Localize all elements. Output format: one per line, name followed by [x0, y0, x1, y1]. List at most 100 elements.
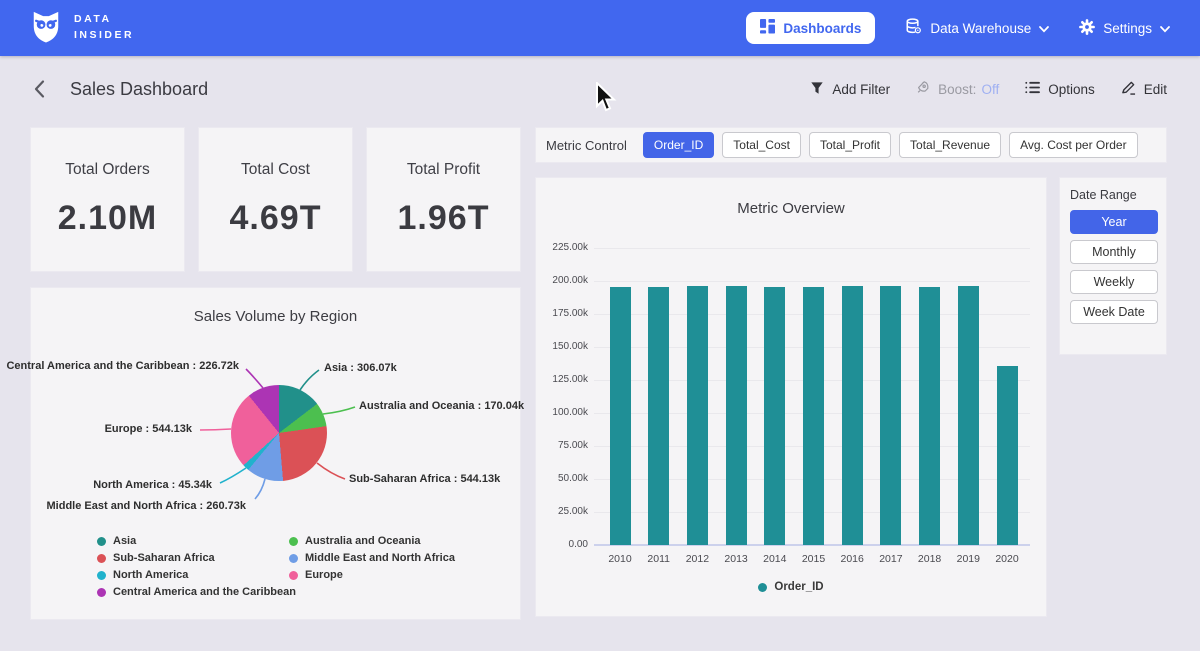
- legend-item[interactable]: Middle East and North Africa: [289, 552, 455, 564]
- date-range-week-date-button[interactable]: Week Date: [1070, 300, 1158, 324]
- pie-legend-column-1: Asia Sub-Saharan Africa North America Centr…: [97, 535, 296, 598]
- add-filter-button[interactable]: Add Filter: [810, 81, 890, 98]
- legend-item[interactable]: Sub-Saharan Africa: [97, 552, 296, 564]
- brand-logo[interactable]: DATA INSIDER: [30, 9, 134, 48]
- filter-funnel-icon: [810, 81, 824, 98]
- y-axis-tick-label: 125.00k: [538, 374, 588, 385]
- bar-2016[interactable]: [842, 286, 863, 545]
- kpi-label: Total Cost: [241, 161, 310, 179]
- y-axis-tick-label: 200.00k: [538, 275, 588, 286]
- bar-2015[interactable]: [803, 287, 824, 545]
- rocket-icon: [916, 80, 930, 98]
- metric-control-label: Metric Control: [546, 138, 627, 153]
- y-axis-tick-label: 225.00k: [538, 242, 588, 253]
- brand-name: DATA INSIDER: [74, 12, 134, 44]
- pie-label-australia-oceania: Australia and Oceania : 170.04k: [359, 400, 524, 412]
- date-range-weekly-button[interactable]: Weekly: [1070, 270, 1158, 294]
- sales-volume-pie-card: Sales Volume by Region Asia : 306.07k Au…: [30, 287, 521, 620]
- x-axis-tick-label: 2017: [871, 553, 911, 565]
- y-axis-tick-label: 175.00k: [538, 308, 588, 319]
- date-range-monthly-button[interactable]: Monthly: [1070, 240, 1158, 264]
- x-axis-tick-label: 2016: [832, 553, 872, 565]
- legend-dot: [758, 583, 767, 592]
- legend-label: North America: [113, 569, 188, 581]
- metric-button-avg-cost-per-order[interactable]: Avg. Cost per Order: [1009, 132, 1138, 158]
- edit-button[interactable]: Edit: [1121, 80, 1167, 98]
- date-range-label: Date Range: [1070, 188, 1137, 202]
- legend-item[interactable]: Australia and Oceania: [289, 535, 455, 547]
- bar-2011[interactable]: [648, 287, 669, 545]
- x-axis-tick-label: 2011: [639, 553, 679, 565]
- kpi-label: Total Profit: [407, 161, 480, 179]
- metric-button-total-cost[interactable]: Total_Cost: [722, 132, 801, 158]
- legend-dot: [289, 554, 298, 563]
- pie-label-middle-east-north-africa: Middle East and North Africa : 260.73k: [47, 500, 246, 512]
- database-icon: [905, 18, 922, 38]
- y-axis-tick-label: 0.00: [538, 539, 588, 550]
- options-list-icon: [1025, 81, 1040, 97]
- metric-button-total-revenue[interactable]: Total_Revenue: [899, 132, 1001, 158]
- legend-dot: [97, 554, 106, 563]
- boost-toggle[interactable]: Boost: Off: [916, 80, 999, 98]
- bar-2012[interactable]: [687, 286, 708, 545]
- dashboards-button[interactable]: Dashboards: [746, 12, 875, 44]
- legend-dot: [97, 571, 106, 580]
- pie-chart[interactable]: [231, 385, 327, 481]
- metric-button-total-profit[interactable]: Total_Profit: [809, 132, 891, 158]
- legend-item[interactable]: Europe: [289, 569, 455, 581]
- bar-2018[interactable]: [919, 287, 940, 545]
- legend-item[interactable]: Asia: [97, 535, 296, 547]
- bar-2010[interactable]: [610, 287, 631, 545]
- options-button[interactable]: Options: [1025, 81, 1095, 97]
- chart-title: Metric Overview: [536, 200, 1046, 217]
- metric-control-bar: Metric Control Order_ID Total_Cost Total…: [535, 127, 1167, 163]
- page-title: Sales Dashboard: [70, 79, 208, 100]
- x-axis-tick-label: 2012: [677, 553, 717, 565]
- pencil-icon: [1121, 80, 1136, 98]
- bar-chart-plot-area: [596, 248, 1028, 545]
- legend-label: Middle East and North Africa: [305, 552, 455, 564]
- legend-label: Sub-Saharan Africa: [113, 552, 215, 564]
- bar-2019[interactable]: [958, 286, 979, 545]
- legend-dot: [289, 537, 298, 546]
- gridline: [594, 281, 1030, 282]
- chevron-down-icon: [1039, 21, 1049, 36]
- bar-2013[interactable]: [726, 286, 747, 545]
- app-window: DATA INSIDER Dashboards: [0, 0, 1200, 651]
- x-axis-tick-label: 2014: [755, 553, 795, 565]
- pie-chart-title: Sales Volume by Region: [31, 308, 520, 325]
- bar-2020[interactable]: [997, 366, 1018, 545]
- kpi-card-total-orders: Total Orders 2.10M: [30, 127, 185, 272]
- bar-chart-legend[interactable]: Order_ID: [536, 581, 1046, 593]
- pie-label-asia: Asia : 306.07k: [324, 362, 397, 374]
- pie-label-north-america: North America : 45.34k: [93, 479, 212, 491]
- legend-item[interactable]: North America: [97, 569, 296, 581]
- legend-label: Central America and the Caribbean: [113, 586, 296, 598]
- page-header: Sales Dashboard Add Filter Boost: Off: [0, 56, 1200, 122]
- date-range-year-button[interactable]: Year: [1070, 210, 1158, 234]
- metric-button-order-id[interactable]: Order_ID: [643, 132, 714, 158]
- x-axis-tick-label: 2019: [948, 553, 988, 565]
- pie-legend-column-2: Australia and Oceania Middle East and Nor…: [289, 535, 455, 581]
- legend-dot: [289, 571, 298, 580]
- pie-label-europe: Europe : 544.13k: [105, 423, 192, 435]
- y-axis-tick-label: 50.00k: [538, 473, 588, 484]
- back-button[interactable]: [33, 79, 46, 99]
- x-axis-tick-label: 2013: [716, 553, 756, 565]
- pie-label-central-america-caribbean: Central America and the Caribbean : 226.…: [6, 360, 239, 372]
- kpi-value: 1.96T: [398, 199, 490, 238]
- boost-label: Boost:: [938, 82, 976, 97]
- legend-item[interactable]: Central America and the Caribbean: [97, 586, 296, 598]
- kpi-card-total-cost: Total Cost 4.69T: [198, 127, 353, 272]
- kpi-card-total-profit: Total Profit 1.96T: [366, 127, 521, 272]
- data-warehouse-menu[interactable]: Data Warehouse: [905, 18, 1049, 38]
- legend-label: Order_ID: [774, 581, 823, 593]
- bar-2017[interactable]: [880, 286, 901, 545]
- gridline: [594, 248, 1030, 249]
- top-nav-bar: DATA INSIDER Dashboards: [0, 0, 1200, 56]
- bar-2014[interactable]: [764, 287, 785, 545]
- legend-label: Europe: [305, 569, 343, 581]
- date-range-panel: Date Range Year Monthly Weekly Week Date: [1059, 177, 1167, 355]
- y-axis-tick-label: 100.00k: [538, 407, 588, 418]
- settings-menu[interactable]: Settings: [1079, 19, 1170, 38]
